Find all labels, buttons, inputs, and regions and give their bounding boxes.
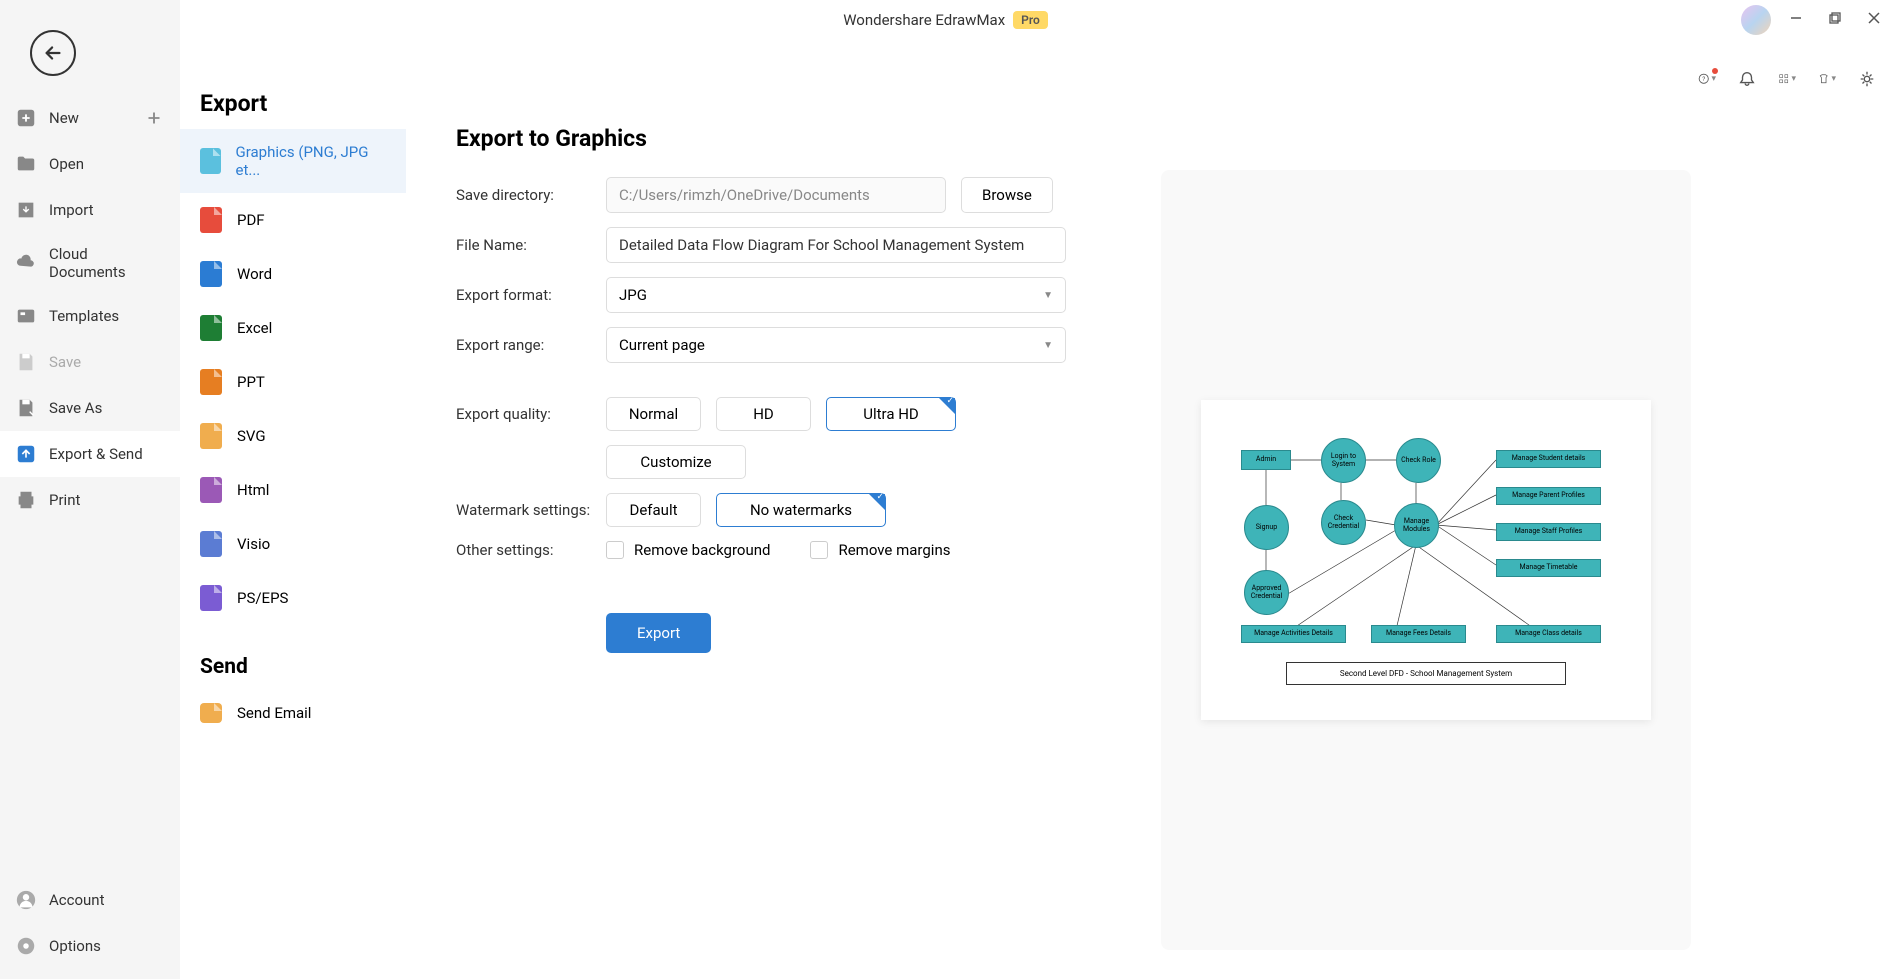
sidebar-item-label: New [49, 109, 79, 127]
visio-file-icon [200, 531, 222, 557]
format-label: SVG [237, 427, 266, 445]
format-label: Excel [237, 319, 272, 337]
plus-square-icon [15, 107, 37, 129]
save-dir-input[interactable] [606, 177, 946, 213]
save-as-icon [15, 397, 37, 419]
arrow-left-icon [42, 42, 64, 64]
sidebar-item-label: Save [49, 353, 81, 371]
format-item-excel[interactable]: Excel [180, 301, 406, 355]
quality-normal-button[interactable]: Normal [606, 397, 701, 431]
sidebar-item-save-as[interactable]: Save As [0, 385, 180, 431]
folder-icon [15, 153, 37, 175]
page-title: Export to Graphics [456, 125, 1841, 152]
range-label: Export range: [456, 336, 606, 354]
file-name-label: File Name: [456, 236, 606, 254]
html-file-icon [200, 477, 222, 503]
image-file-icon [200, 148, 221, 174]
sidebar-item-label: Cloud Documents [49, 245, 165, 281]
sidebar: New Open Import Cloud Documents Template… [0, 95, 180, 979]
gear-icon [15, 935, 37, 957]
sidebar-item-import[interactable]: Import [0, 187, 180, 233]
format-label: PS/EPS [237, 589, 288, 607]
format-item-graphics[interactable]: Graphics (PNG, JPG et... [180, 129, 406, 193]
watermark-none-button[interactable]: No watermarks [716, 493, 886, 527]
sidebar-item-options[interactable]: Options [0, 923, 180, 969]
excel-file-icon [200, 315, 222, 341]
chevron-down-icon: ▼ [1043, 290, 1053, 301]
sidebar-item-new[interactable]: New [0, 95, 180, 141]
email-icon [200, 703, 222, 723]
format-item-svg[interactable]: SVG [180, 409, 406, 463]
file-name-input[interactable] [606, 227, 1066, 263]
cloud-icon [15, 252, 37, 274]
format-label: Html [237, 481, 269, 499]
quality-hd-button[interactable]: HD [716, 397, 811, 431]
format-label: PDF [237, 211, 265, 229]
format-item-ppt[interactable]: PPT [180, 355, 406, 409]
format-label: Graphics (PNG, JPG et... [236, 143, 386, 179]
watermark-label: Watermark settings: [456, 501, 606, 519]
sidebar-item-label: Open [49, 155, 84, 173]
ppt-file-icon [200, 369, 222, 395]
sidebar-item-save: Save [0, 339, 180, 385]
format-item-word[interactable]: Word [180, 247, 406, 301]
plus-icon[interactable] [143, 107, 165, 129]
format-item-visio[interactable]: Visio [180, 517, 406, 571]
remove-margins-checkbox[interactable] [810, 541, 828, 559]
export-icon [15, 443, 37, 465]
templates-icon [15, 305, 37, 327]
sidebar-item-templates[interactable]: Templates [0, 293, 180, 339]
sidebar-item-label: Account [49, 891, 105, 909]
sidebar-item-label: Import [49, 201, 94, 219]
format-select[interactable]: JPG ▼ [606, 277, 1066, 313]
format-label: Word [237, 265, 272, 283]
quality-label: Export quality: [456, 405, 606, 423]
sidebar-item-print[interactable]: Print [0, 477, 180, 523]
watermark-default-button[interactable]: Default [606, 493, 701, 527]
word-file-icon [200, 261, 222, 287]
format-label: Visio [237, 535, 270, 553]
format-item-pdf[interactable]: PDF [180, 193, 406, 247]
send-heading: Send [180, 625, 406, 689]
sidebar-item-label: Print [49, 491, 80, 509]
sidebar-item-export-send[interactable]: Export & Send [0, 431, 180, 477]
export-button[interactable]: Export [606, 613, 711, 653]
sidebar-item-label: Save As [49, 399, 102, 417]
quality-custom-button[interactable]: Customize [606, 445, 746, 479]
preview-panel: Admin Login to System Check Role Signup … [1161, 170, 1691, 950]
browse-button[interactable]: Browse [961, 177, 1053, 213]
chevron-down-icon: ▼ [1043, 340, 1053, 351]
print-icon [15, 489, 37, 511]
send-label: Send Email [237, 704, 311, 722]
user-icon [15, 889, 37, 911]
format-item-html[interactable]: Html [180, 463, 406, 517]
export-heading: Export [180, 90, 406, 129]
sidebar-item-label: Templates [49, 307, 119, 325]
format-item-ps[interactable]: PS/EPS [180, 571, 406, 625]
export-panel: Export Graphics (PNG, JPG et... PDF Word… [180, 0, 406, 979]
svg-file-icon [200, 423, 222, 449]
format-label: PPT [237, 373, 265, 391]
remove-bg-label: Remove background [634, 541, 770, 559]
sidebar-item-label: Options [49, 937, 101, 955]
quality-ultra-button[interactable]: Ultra HD [826, 397, 956, 431]
format-label: Export format: [456, 286, 606, 304]
ps-file-icon [200, 585, 222, 611]
diagram-caption: Second Level DFD - School Management Sys… [1286, 662, 1566, 685]
import-icon [15, 199, 37, 221]
sidebar-item-label: Export & Send [49, 445, 143, 463]
pdf-file-icon [200, 207, 222, 233]
sidebar-item-account[interactable]: Account [0, 877, 180, 923]
save-icon [15, 351, 37, 373]
remove-margins-label: Remove margins [838, 541, 950, 559]
other-label: Other settings: [456, 541, 606, 559]
remove-bg-checkbox[interactable] [606, 541, 624, 559]
sidebar-item-open[interactable]: Open [0, 141, 180, 187]
range-select[interactable]: Current page ▼ [606, 327, 1066, 363]
send-item-email[interactable]: Send Email [180, 689, 406, 737]
save-dir-label: Save directory: [456, 186, 606, 204]
sidebar-item-cloud[interactable]: Cloud Documents [0, 233, 180, 293]
preview-image: Admin Login to System Check Role Signup … [1201, 400, 1651, 720]
